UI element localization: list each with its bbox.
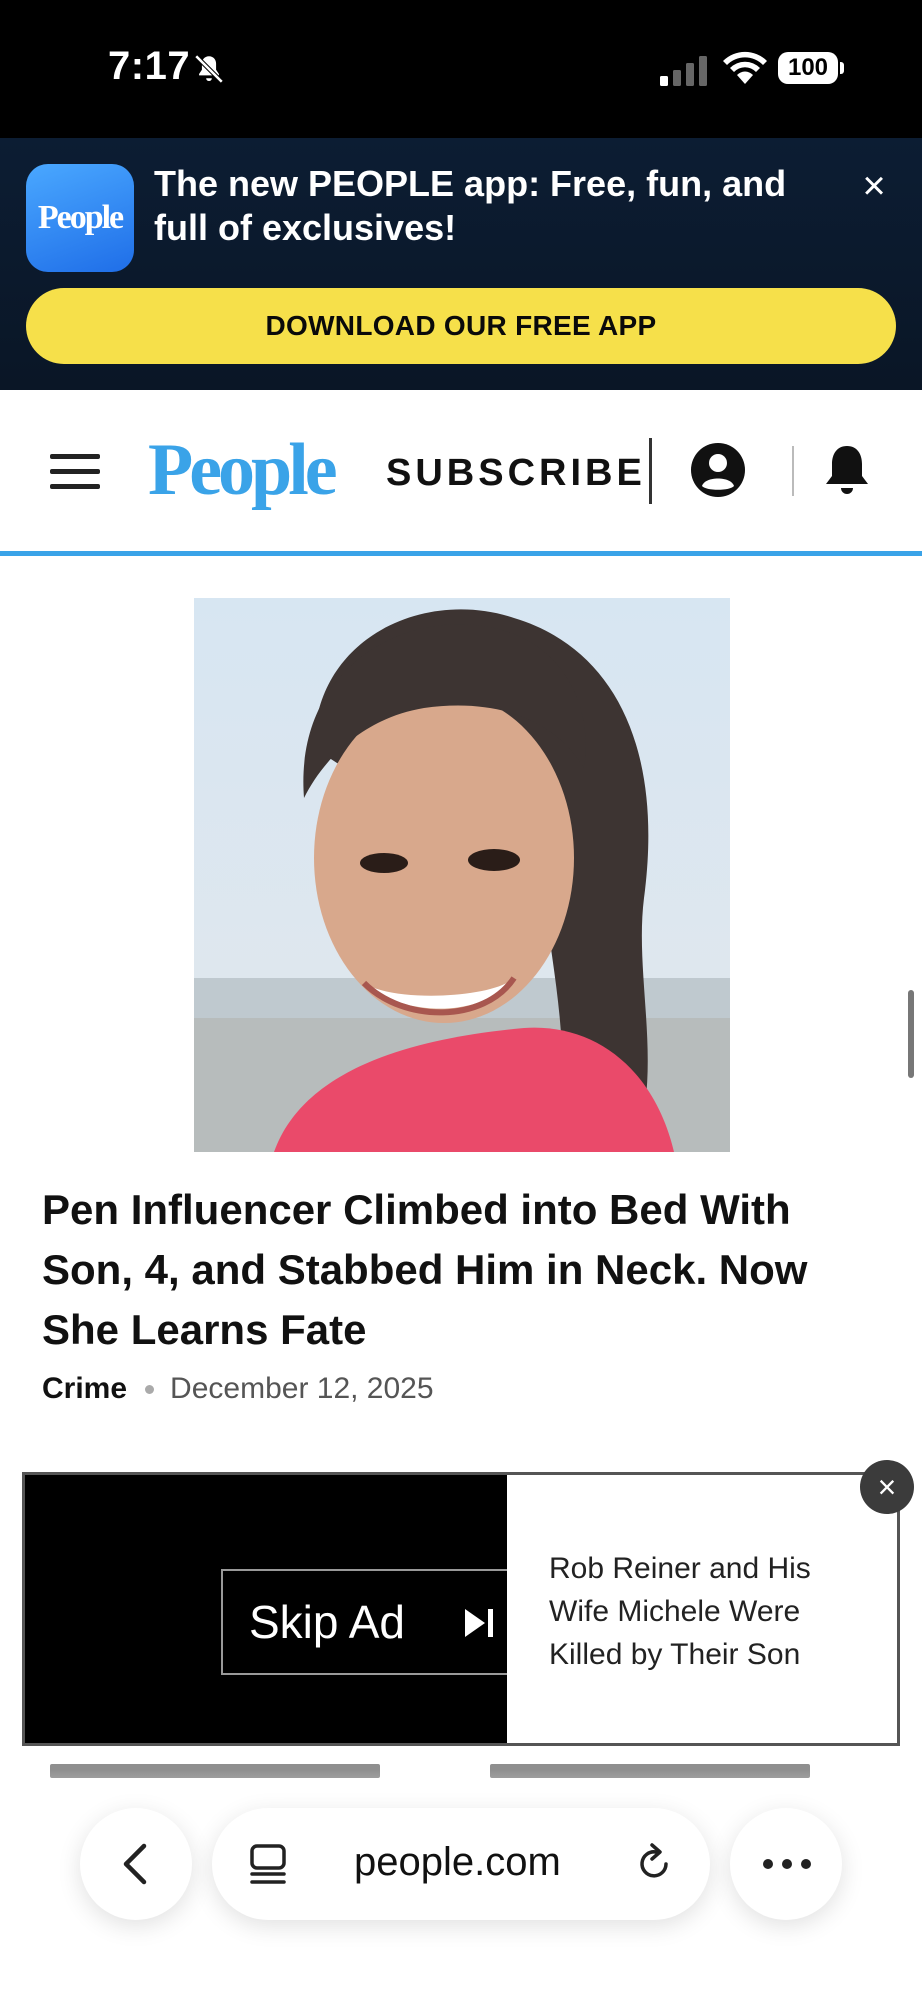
- ad-video-player[interactable]: Skip Ad: [25, 1475, 507, 1743]
- header-divider: [649, 438, 652, 504]
- article-meta: Crime December 12, 2025: [42, 1372, 434, 1406]
- battery-tip: [840, 62, 844, 74]
- subscribe-link[interactable]: SUBSCRIBE: [386, 452, 646, 495]
- article-headline[interactable]: Pen Influencer Climbed into Bed With Son…: [42, 1180, 882, 1360]
- skip-ad-label: Skip Ad: [249, 1596, 405, 1648]
- ad-video-title[interactable]: Rob Reiner and His Wife Michele Were Kil…: [549, 1547, 869, 1676]
- ad-close-button[interactable]: ×: [860, 1460, 914, 1514]
- battery-level: 100: [778, 52, 838, 84]
- more-icon[interactable]: [762, 1858, 812, 1870]
- status-bar: 7:17 100: [0, 0, 922, 138]
- people-logo[interactable]: People: [148, 430, 338, 510]
- article-hero-image[interactable]: [194, 598, 730, 1152]
- back-chevron-icon[interactable]: [116, 1842, 156, 1886]
- skip-ad-button[interactable]: Skip Ad: [221, 1569, 507, 1675]
- skip-next-icon: [465, 1609, 493, 1637]
- account-icon[interactable]: [690, 442, 746, 498]
- reload-icon[interactable]: [632, 1842, 676, 1886]
- tabs-icon[interactable]: [246, 1842, 290, 1886]
- status-time: 7:17: [108, 44, 191, 88]
- site-header: People SUBSCRIBE: [0, 390, 922, 556]
- battery-icon: 100: [778, 52, 844, 84]
- people-app-icon[interactable]: People: [26, 164, 134, 272]
- banner-message: The new PEOPLE app: Free, fun, and full …: [154, 163, 787, 248]
- header-divider-2: [792, 446, 794, 496]
- bell-icon[interactable]: [822, 442, 872, 498]
- scrollbar-thumb[interactable]: [908, 990, 914, 1078]
- hamburger-menu-icon[interactable]: [50, 454, 100, 490]
- download-app-button[interactable]: DOWNLOAD OUR FREE APP: [26, 288, 896, 364]
- cellular-signal-icon: [660, 56, 707, 86]
- url-text[interactable]: people.com: [354, 1840, 561, 1885]
- app-promo-banner: People The new PEOPLE app: Free, fun, an…: [0, 138, 922, 390]
- wifi-icon: [723, 51, 767, 84]
- meta-separator: [145, 1384, 155, 1394]
- video-ad: Skip Ad Rob Reiner and His Wife Michele …: [22, 1472, 900, 1746]
- article-date: December 12, 2025: [170, 1372, 434, 1405]
- article-category[interactable]: Crime: [42, 1372, 127, 1406]
- banner-close-button[interactable]: ×: [856, 166, 892, 206]
- bell-slash-icon: [194, 54, 224, 84]
